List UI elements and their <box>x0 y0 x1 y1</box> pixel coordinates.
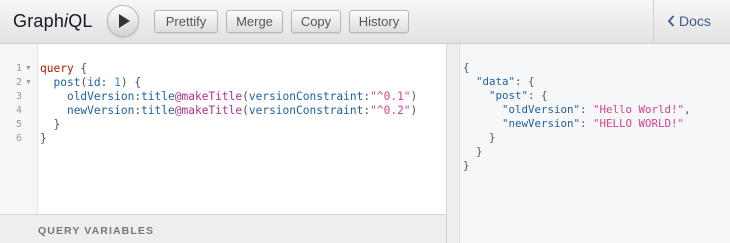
code-line: query { <box>40 62 87 75</box>
app-title-end: QL <box>68 11 93 31</box>
code-token: ( <box>242 90 249 103</box>
code-token: id <box>87 76 101 89</box>
line-number: 3 <box>15 91 22 102</box>
result-token <box>463 75 476 88</box>
app-title: GraphiQL <box>13 11 93 32</box>
history-button[interactable]: History <box>349 10 409 33</box>
code-line: } <box>40 118 60 131</box>
code-token: ) { <box>120 76 142 89</box>
code-token: "^0.1" <box>370 90 411 103</box>
code-line: newVersion:title@makeTitle(versionConstr… <box>40 104 417 117</box>
code-token: ) <box>410 104 418 117</box>
result-token: , <box>684 103 691 116</box>
result-token <box>463 117 502 130</box>
docs-panel-toggle: Docs <box>653 0 730 44</box>
code-token: { <box>73 62 88 75</box>
code-token: query <box>40 62 74 75</box>
docs-label: Docs <box>679 13 711 29</box>
result-token: "Hello World!" <box>593 103 685 116</box>
result-token: "newVersion" <box>502 117 581 130</box>
code-token: ) <box>410 90 418 103</box>
code-token: @makeTitle <box>174 104 243 117</box>
prettify-button[interactable]: Prettify <box>154 10 218 33</box>
result-line: "post": { <box>463 89 548 102</box>
result-token: "oldVersion" <box>502 103 581 116</box>
pane-divider[interactable] <box>446 44 460 243</box>
query-editor[interactable]: 1 ▼ 2 ▼ 3 4 5 6 query { post(id: 1) { ol… <box>0 44 446 214</box>
result-token: } <box>463 159 470 172</box>
result-line: "data": { <box>463 75 535 88</box>
line-number-gutter: 1 ▼ 2 ▼ 3 4 5 6 <box>0 44 38 214</box>
code-token: } <box>40 118 61 131</box>
result-token <box>463 103 502 116</box>
line-number: 1 <box>15 63 22 74</box>
code-token: ( <box>242 104 249 117</box>
result-token <box>463 89 489 102</box>
result-token: "data" <box>476 75 516 88</box>
code-token: @makeTitle <box>174 90 243 103</box>
result-token: : <box>580 103 594 116</box>
execute-query-button[interactable] <box>107 5 139 37</box>
code-token: versionConstraint <box>248 90 364 103</box>
result-token: : { <box>515 75 535 88</box>
toolbar: GraphiQL Prettify Merge Copy History Doc… <box>0 0 730 44</box>
code-token: : <box>100 76 115 89</box>
result-line: } <box>463 159 470 172</box>
merge-button[interactable]: Merge <box>226 10 283 33</box>
code-token: "^0.2" <box>370 104 411 117</box>
result-token: : <box>580 117 594 130</box>
line-number: 6 <box>15 133 22 144</box>
line-number: 2 <box>15 77 22 88</box>
code-line: } <box>40 132 47 145</box>
result-token: "HELLO WORLD!" <box>593 117 685 130</box>
result-pane: { "data": { "post": { "oldVersion": "Hel… <box>460 44 730 243</box>
app-title-start: Graph <box>13 11 65 31</box>
code-token: 1 <box>114 76 121 89</box>
result-token: { <box>463 61 470 74</box>
code-token: oldVersion <box>66 90 135 103</box>
code-token: title <box>141 104 175 117</box>
code-line: post(id: 1) { <box>40 76 141 89</box>
line-number: 4 <box>15 105 22 116</box>
fold-arrow-icon[interactable]: ▼ <box>25 65 32 72</box>
code-token: title <box>141 90 175 103</box>
line-number: 5 <box>15 119 22 130</box>
code-token: newVersion <box>66 104 135 117</box>
result-token: } <box>463 145 483 158</box>
copy-button[interactable]: Copy <box>291 10 341 33</box>
query-variables-label: QUERY VARIABLES <box>38 225 155 237</box>
chevron-left-icon <box>667 15 675 27</box>
code-token: } <box>40 132 47 145</box>
result-line: "newVersion": "HELLO WORLD!" <box>463 117 684 130</box>
result-line: } <box>463 145 483 158</box>
code-line: oldVersion:title@makeTitle(versionConstr… <box>40 90 417 103</box>
result-token: } <box>463 131 496 144</box>
query-variables-bar[interactable]: QUERY VARIABLES <box>0 214 446 243</box>
result-token: : { <box>528 89 548 102</box>
result-line: } <box>463 131 496 144</box>
result-line: "oldVersion": "Hello World!", <box>463 103 691 116</box>
fold-arrow-icon[interactable]: ▼ <box>25 79 32 86</box>
code-token: versionConstraint <box>248 104 364 117</box>
result-token: "post" <box>489 89 529 102</box>
result-line: { <box>463 61 470 74</box>
code-token: post <box>53 76 81 89</box>
play-icon <box>119 14 130 28</box>
docs-button[interactable]: Docs <box>667 13 711 29</box>
